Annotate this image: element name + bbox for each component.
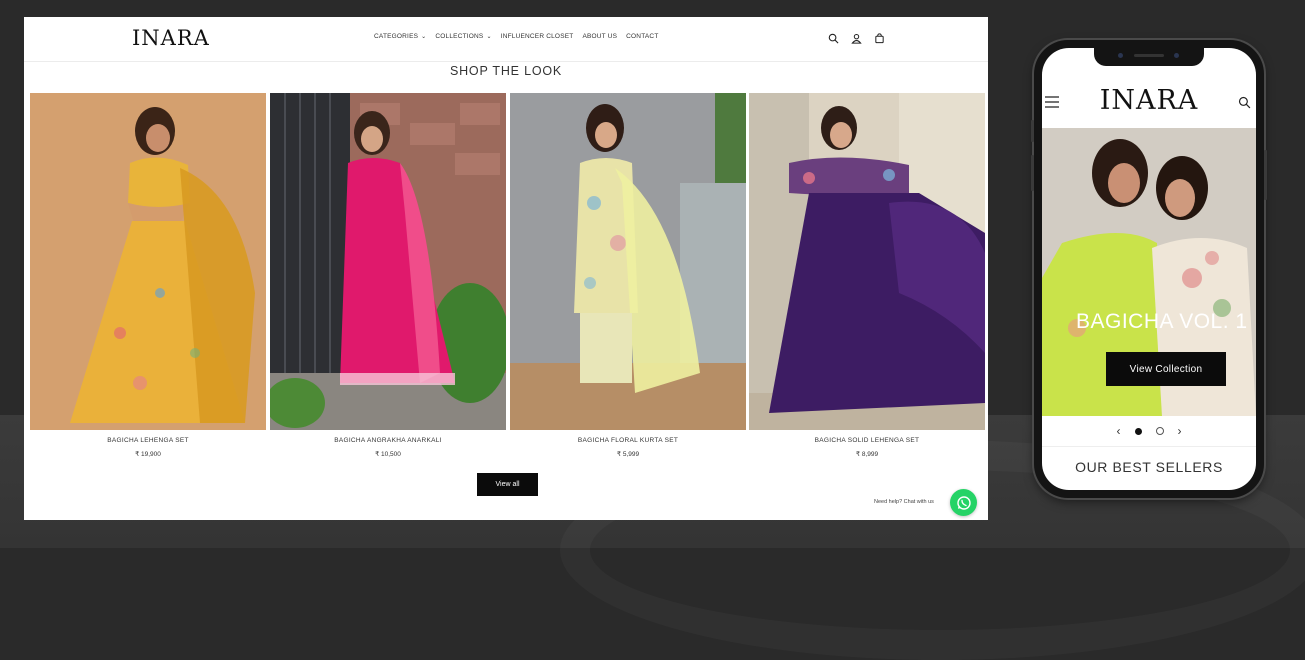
nav-item-label: INFLUENCER CLOSET bbox=[500, 33, 574, 40]
product-price: ₹ 19,900 bbox=[135, 451, 161, 458]
section-title: SHOP THE LOOK bbox=[449, 64, 563, 78]
cart-icon[interactable] bbox=[872, 31, 886, 45]
divider bbox=[1042, 446, 1256, 447]
product-name[interactable]: BAGICHA SOLID LEHENGA SET bbox=[749, 437, 985, 444]
phone-side-button bbox=[1264, 150, 1267, 200]
product-image[interactable] bbox=[749, 93, 985, 430]
hero-title: BAGICHA VOL. 1 bbox=[1076, 310, 1248, 333]
product-card[interactable]: BAGICHA FLORAL KURTA SET ₹ 5,999 bbox=[510, 93, 746, 483]
header-icons bbox=[826, 31, 886, 45]
chevron-left-icon[interactable]: ‹ bbox=[1117, 424, 1121, 438]
chevron-down-icon: ⌄ bbox=[486, 34, 492, 40]
whatsapp-icon bbox=[956, 495, 971, 510]
slide-dot[interactable] bbox=[1155, 427, 1164, 435]
main-nav: CATEGORIES ⌄ COLLECTIONS ⌄ INFLUENCER CL… bbox=[374, 33, 668, 40]
hero-banner[interactable]: BAGICHA VOL. 1 View Collection bbox=[1042, 128, 1256, 416]
product-card[interactable]: BAGICHA ANGRAKHA ANARKALI ₹ 10,500 bbox=[270, 93, 506, 483]
product-price: ₹ 5,999 bbox=[616, 451, 640, 458]
product-image[interactable] bbox=[30, 93, 266, 430]
phone-notch bbox=[1094, 48, 1204, 66]
site-header: INARA CATEGORIES ⌄ COLLECTIONS ⌄ INFLUEN… bbox=[24, 17, 988, 62]
product-grid: BAGICHA LEHENGA SET ₹ 19,900 BAGICHA ANG… bbox=[30, 93, 985, 483]
phone-screen: INARA BAGICHA VOL. 1 View Collection ‹ ›… bbox=[1042, 48, 1256, 490]
product-card[interactable]: BAGICHA LEHENGA SET ₹ 19,900 bbox=[30, 93, 266, 483]
product-name[interactable]: BAGICHA ANGRAKHA ANARKALI bbox=[270, 437, 506, 444]
view-collection-button[interactable]: View Collection bbox=[1106, 352, 1226, 386]
search-icon[interactable] bbox=[1238, 96, 1251, 114]
nav-item-collections[interactable]: COLLECTIONS ⌄ bbox=[435, 33, 491, 40]
chevron-down-icon: ⌄ bbox=[421, 34, 427, 40]
nav-item-categories[interactable]: CATEGORIES ⌄ bbox=[374, 33, 426, 40]
nav-item-label: COLLECTIONS bbox=[435, 33, 484, 40]
product-image[interactable] bbox=[270, 93, 506, 430]
product-name[interactable]: BAGICHA FLORAL KURTA SET bbox=[510, 437, 746, 444]
slider-controls: ‹ › bbox=[1042, 420, 1256, 442]
chevron-right-icon[interactable]: › bbox=[1178, 424, 1182, 438]
nav-item-influencer-closet[interactable]: INFLUENCER CLOSET bbox=[501, 33, 574, 40]
product-card[interactable]: BAGICHA SOLID LEHENGA SET ₹ 8,999 bbox=[749, 93, 985, 483]
phone-mockup: INARA BAGICHA VOL. 1 View Collection ‹ ›… bbox=[1031, 40, 1267, 498]
whatsapp-chat-button[interactable] bbox=[950, 489, 977, 516]
chat-help-text: Need help? Chat with us bbox=[874, 499, 934, 505]
nav-item-label: CONTACT bbox=[626, 33, 659, 40]
nav-item-contact[interactable]: CONTACT bbox=[626, 33, 658, 40]
product-price: ₹ 10,500 bbox=[375, 451, 401, 458]
desktop-mockup: INARA CATEGORIES ⌄ COLLECTIONS ⌄ INFLUEN… bbox=[24, 17, 988, 520]
product-price: ₹ 8,999 bbox=[855, 451, 879, 458]
mobile-logo[interactable]: INARA bbox=[1042, 85, 1256, 116]
section-title: OUR BEST SELLERS bbox=[1075, 459, 1223, 475]
nav-item-label: ABOUT US bbox=[582, 33, 618, 40]
phone-side-button bbox=[1031, 120, 1034, 142]
account-icon[interactable] bbox=[849, 31, 863, 45]
search-icon[interactable] bbox=[826, 31, 840, 45]
view-all-button[interactable]: View all bbox=[477, 473, 538, 496]
nav-item-label: CATEGORIES bbox=[374, 33, 419, 40]
nav-item-about-us[interactable]: ABOUT US bbox=[582, 33, 617, 40]
phone-side-button bbox=[1031, 155, 1034, 191]
slide-dot-active[interactable] bbox=[1134, 427, 1142, 435]
site-logo[interactable]: INARA bbox=[132, 26, 210, 50]
product-name[interactable]: BAGICHA LEHENGA SET bbox=[30, 437, 266, 444]
product-image[interactable] bbox=[510, 93, 746, 430]
